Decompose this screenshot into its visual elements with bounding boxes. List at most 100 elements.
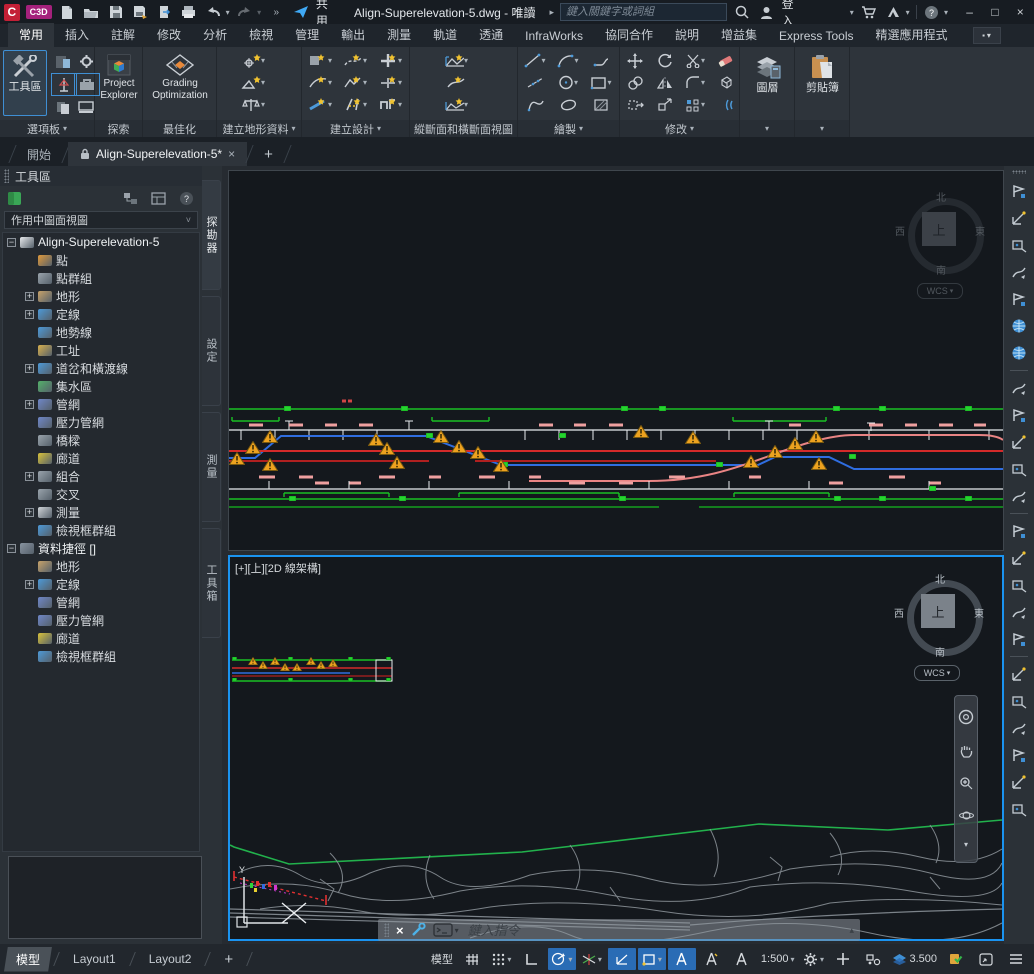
open-folder-icon[interactable] [82,2,100,22]
tree-item[interactable]: +地形 [3,287,199,305]
drawing-canvas-top[interactable] [229,171,1003,550]
orbit-icon[interactable] [959,809,974,822]
workspace-settings-button[interactable]: ▾ [799,948,827,970]
toolspace-help-icon[interactable]: ? [174,188,198,209]
corridor-create-icon[interactable]: ▾ [343,94,367,115]
assembly-create-icon[interactable]: ▾ [378,72,402,93]
grip-handle[interactable] [965,496,972,501]
tree-expander-icon[interactable]: + [25,310,34,319]
panel-title-layers[interactable]: ▾ [740,120,794,137]
grip-handle[interactable] [399,496,406,501]
grip-handle[interactable] [965,406,972,411]
user-icon[interactable] [757,2,775,22]
active-drawing-view-select[interactable]: 作用中圖面視圖˅ [4,211,198,229]
qat-expand-icon[interactable]: » [267,2,285,22]
toolspace-button[interactable]: 工具區 [3,50,47,116]
new-layout-button[interactable]: + [212,947,245,972]
arc-icon[interactable]: ▾ [556,50,580,71]
file-tab-start[interactable]: 開始 [15,142,63,166]
rotate-icon[interactable] [653,50,677,71]
grip-handle[interactable] [232,657,236,660]
ribbon-tab-9[interactable]: 軌道 [422,23,468,47]
grip-handle[interactable] [879,496,886,501]
pan-icon[interactable] [959,743,973,758]
isolate-objects-button[interactable] [859,948,887,970]
drawing-canvas-bottom[interactable]: Y [230,557,1002,939]
wcs-button-bottom[interactable]: WCS▾ [914,665,960,681]
undo-icon[interactable] [204,2,222,22]
grip-handle[interactable] [348,678,352,681]
help-icon[interactable]: ? [923,2,941,22]
viewport-top[interactable]: 北 西 東 南 上 WCS▾ [228,170,1004,551]
command-bar-close-icon[interactable]: × [396,923,404,938]
apps-dropdown-icon[interactable]: ▾ [906,8,910,17]
tree-item[interactable]: 地形 [3,557,199,575]
grip-handle[interactable] [834,496,841,501]
sheet-set-icon[interactable] [51,97,75,118]
viewport-controls-label[interactable]: [+][上][2D 線架構] [235,560,321,576]
curve-edit-icon[interactable] [1008,718,1030,738]
point-create-icon[interactable] [1008,378,1030,398]
clipboard-button[interactable]: 剪貼簿 [800,50,845,116]
annotation-scale-button[interactable]: 1:500▾ [758,948,798,970]
superelevation-warning-icon[interactable] [280,663,289,670]
item-view-toggle-icon[interactable] [118,188,142,209]
scale-dropdown-icon[interactable]: ▾ [790,955,794,964]
sample-lines-icon[interactable] [444,72,468,93]
tree-expander-icon[interactable]: + [25,580,34,589]
tree-expander-icon[interactable]: + [25,400,34,409]
grip-handle[interactable] [288,678,292,681]
tree-expander-icon[interactable]: − [7,544,16,553]
panel-title-draw[interactable]: 繪製▾ [518,120,619,137]
scale-icon[interactable] [653,94,677,115]
tree-expander-icon[interactable]: + [25,292,34,301]
grip-handle[interactable] [929,486,936,491]
signin-dropdown-icon[interactable]: ▾ [850,8,854,17]
profile-create-icon[interactable]: ▾ [343,72,367,93]
grip-handle[interactable] [833,406,840,411]
array-icon[interactable]: ▾ [683,94,707,115]
snap-mode-toggle[interactable]: ▾ [488,948,516,970]
globe-geolocation-icon[interactable] [1008,343,1030,363]
plot-icon[interactable] [180,2,198,22]
tree-item[interactable]: 檢視框群組 [3,647,199,665]
erase-icon[interactable] [714,50,738,71]
viewcube-top-face[interactable]: 上 [922,212,956,246]
circle-icon[interactable]: ▾ [556,72,580,93]
polyline-icon[interactable] [589,50,613,71]
tree-expander-icon[interactable]: + [25,508,34,517]
tree-expander-icon[interactable]: + [25,472,34,481]
title-flyout-icon[interactable]: ▸ [549,7,554,18]
crosshair-plus-button[interactable] [829,948,857,970]
customization-menu-icon[interactable] [1002,948,1030,970]
ribbon-tab-3[interactable]: 修改 [146,23,192,47]
offset-icon[interactable] [714,94,738,115]
properties-palette-icon[interactable] [51,51,75,72]
mirror-icon[interactable] [653,72,677,93]
grading-optimization-button[interactable]: Grading Optimization [146,50,214,116]
settings-dropdown-icon[interactable]: ▾ [820,955,824,964]
grip-handle[interactable] [289,496,296,501]
tree-item[interactable]: 點群組 [3,269,199,287]
tree-item[interactable]: 管網 [3,593,199,611]
grip-handle[interactable] [401,406,408,411]
polar-tracking-toggle[interactable]: ▾ [548,948,576,970]
grip-handle[interactable] [232,678,236,681]
ribbon-tab-14[interactable]: 增益集 [710,23,768,47]
tree-item[interactable]: +道岔和橫渡線 [3,359,199,377]
copy-icon[interactable] [623,72,647,93]
panel-title-ground-data[interactable]: 建立地形資料▾ [217,120,301,137]
panel-title-modify[interactable]: 修改▾ [620,120,739,137]
command-input[interactable] [466,922,843,939]
toolspace-tab-3[interactable]: 工具箱 [202,528,221,638]
ribbon-tab-5[interactable]: 檢視 [238,23,284,47]
points-create-icon[interactable]: ▾ [241,50,265,71]
parcel-tools-icon[interactable] [1008,486,1030,506]
search-icon[interactable] [733,2,751,22]
pipe-network-icon[interactable]: ▾ [378,94,402,115]
grip-handle[interactable] [619,496,626,501]
grip-handle[interactable] [288,657,292,660]
sample-line-icon[interactable] [1008,602,1030,622]
superelevation-warning-icon[interactable] [812,458,827,470]
tree-root-item[interactable]: −資料捷徑 [] [3,539,199,557]
